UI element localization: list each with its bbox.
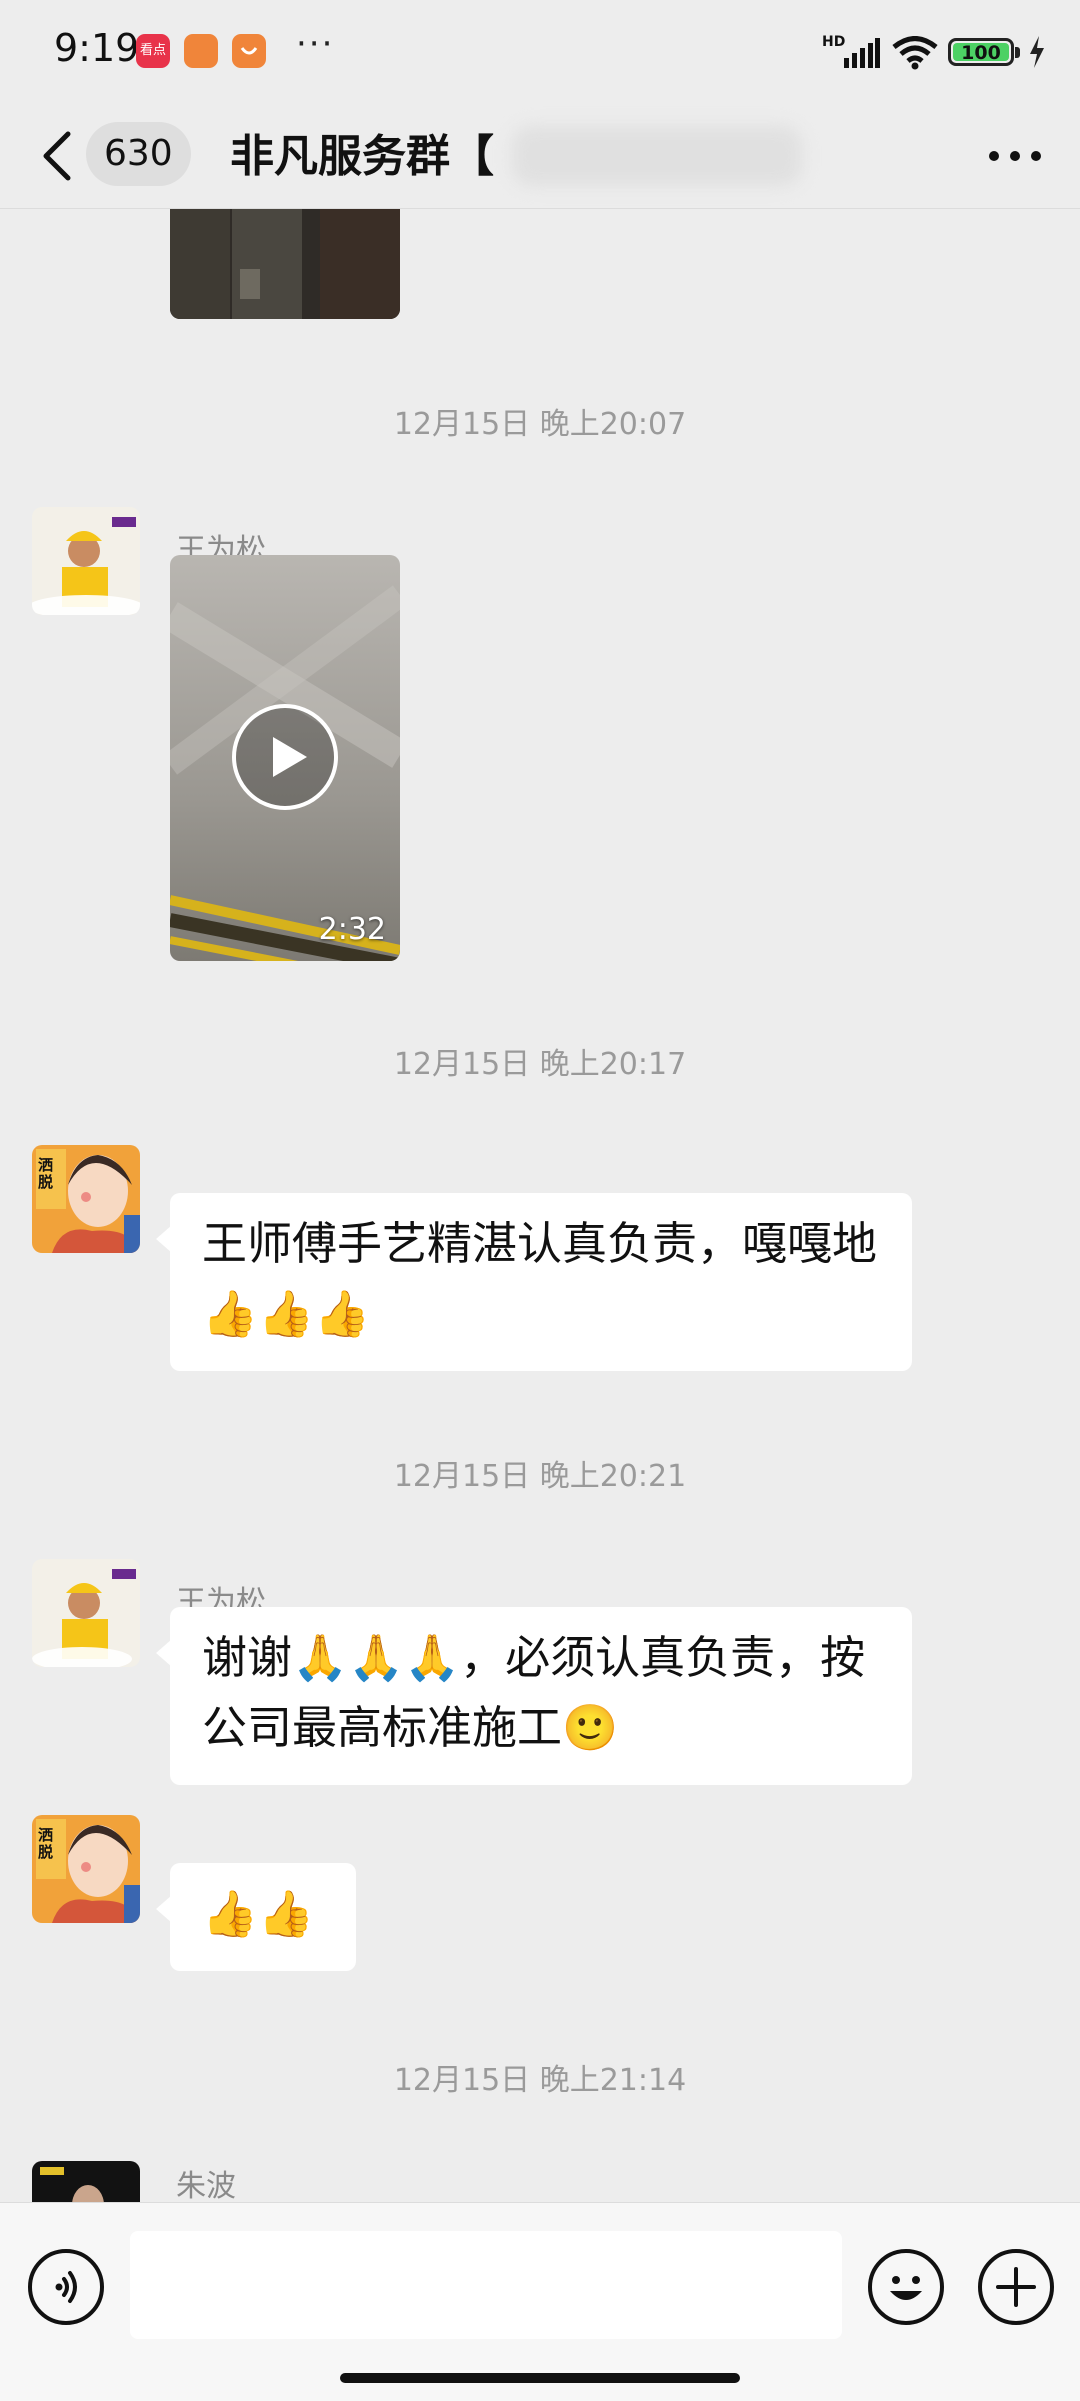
charging-icon	[1030, 36, 1044, 68]
message-text-line: 👍👍	[202, 1887, 315, 1940]
chat-title: 非凡服务群【	[230, 131, 494, 182]
timestamp: 12月15日 晚上20:21	[393, 1459, 687, 1494]
avatar[interactable]	[32, 2161, 140, 2202]
avatar[interactable]	[32, 507, 140, 615]
video-thumbnail	[170, 209, 400, 319]
battery-icon: 100	[948, 38, 1014, 66]
video-message[interactable]: 2:32	[170, 555, 400, 961]
status-bar: 9:19 看点 ··· HD 100	[0, 0, 1080, 104]
message-text-line: 👍👍👍	[202, 1287, 371, 1340]
video-message-partial[interactable]	[170, 209, 400, 319]
play-icon[interactable]	[231, 703, 339, 811]
kandian-app-icon: 看点	[136, 34, 170, 68]
blurred-title-region	[512, 126, 802, 186]
sender-name: 朱波	[176, 2169, 236, 2202]
message-text-line: 谢谢🙏🙏🙏，必须认真负责，按	[202, 1631, 866, 1684]
timestamp: 12月15日 晚上21:14	[393, 2063, 687, 2098]
message-input[interactable]	[130, 2231, 842, 2339]
avatar[interactable]: 洒脱	[32, 1815, 140, 1923]
message-bubble[interactable]: 👍👍	[156, 1863, 356, 1971]
avatar[interactable]	[32, 1559, 140, 1667]
input-bar	[0, 2202, 1080, 2401]
ellipsis-icon[interactable]	[980, 132, 1050, 180]
avatar-label: 洒脱	[38, 1156, 54, 1191]
status-right: HD 100	[822, 30, 1052, 74]
message-text-line: 公司最高标准施工🙂	[202, 1701, 619, 1754]
avatar[interactable]: 洒脱	[32, 1145, 140, 1253]
message-bubble[interactable]: 谢谢🙏🙏🙏，必须认真负责，按 公司最高标准施工🙂	[156, 1607, 912, 1785]
message-bubble[interactable]: 王师傅手艺精湛认真负责，嘎嘎地 👍👍👍	[156, 1193, 912, 1371]
video-duration: 2:32	[318, 912, 386, 947]
status-time: 9:19	[54, 26, 140, 70]
message-text-line: 王师傅手艺精湛认真负责，嘎嘎地	[202, 1217, 878, 1270]
home-indicator[interactable]	[340, 2373, 740, 2383]
unread-count-badge[interactable]: 630	[86, 122, 191, 186]
signal-icon	[844, 38, 880, 68]
status-more-icon: ···	[296, 24, 335, 64]
avatar-label: 洒脱	[38, 1826, 54, 1861]
chevron-left-icon[interactable]	[30, 116, 86, 196]
timestamp: 12月15日 晚上20:07	[393, 407, 687, 442]
plus-icon[interactable]	[978, 2249, 1054, 2325]
hd-label: HD	[822, 34, 846, 50]
battery-level: 100	[953, 43, 1009, 63]
smile-app-icon	[232, 34, 266, 68]
voice-icon[interactable]	[28, 2249, 104, 2325]
timestamp: 12月15日 晚上20:17	[393, 1047, 687, 1082]
message-list[interactable]: 12月15日 晚上20:07 王为松 2:32 12月15日 晚上20:17 洒…	[0, 209, 1080, 2202]
smiley-icon[interactable]	[868, 2249, 944, 2325]
chat-header: 630 非凡服务群【	[0, 104, 1080, 209]
wifi-icon	[892, 36, 938, 70]
shopping-app-icon	[184, 34, 218, 68]
